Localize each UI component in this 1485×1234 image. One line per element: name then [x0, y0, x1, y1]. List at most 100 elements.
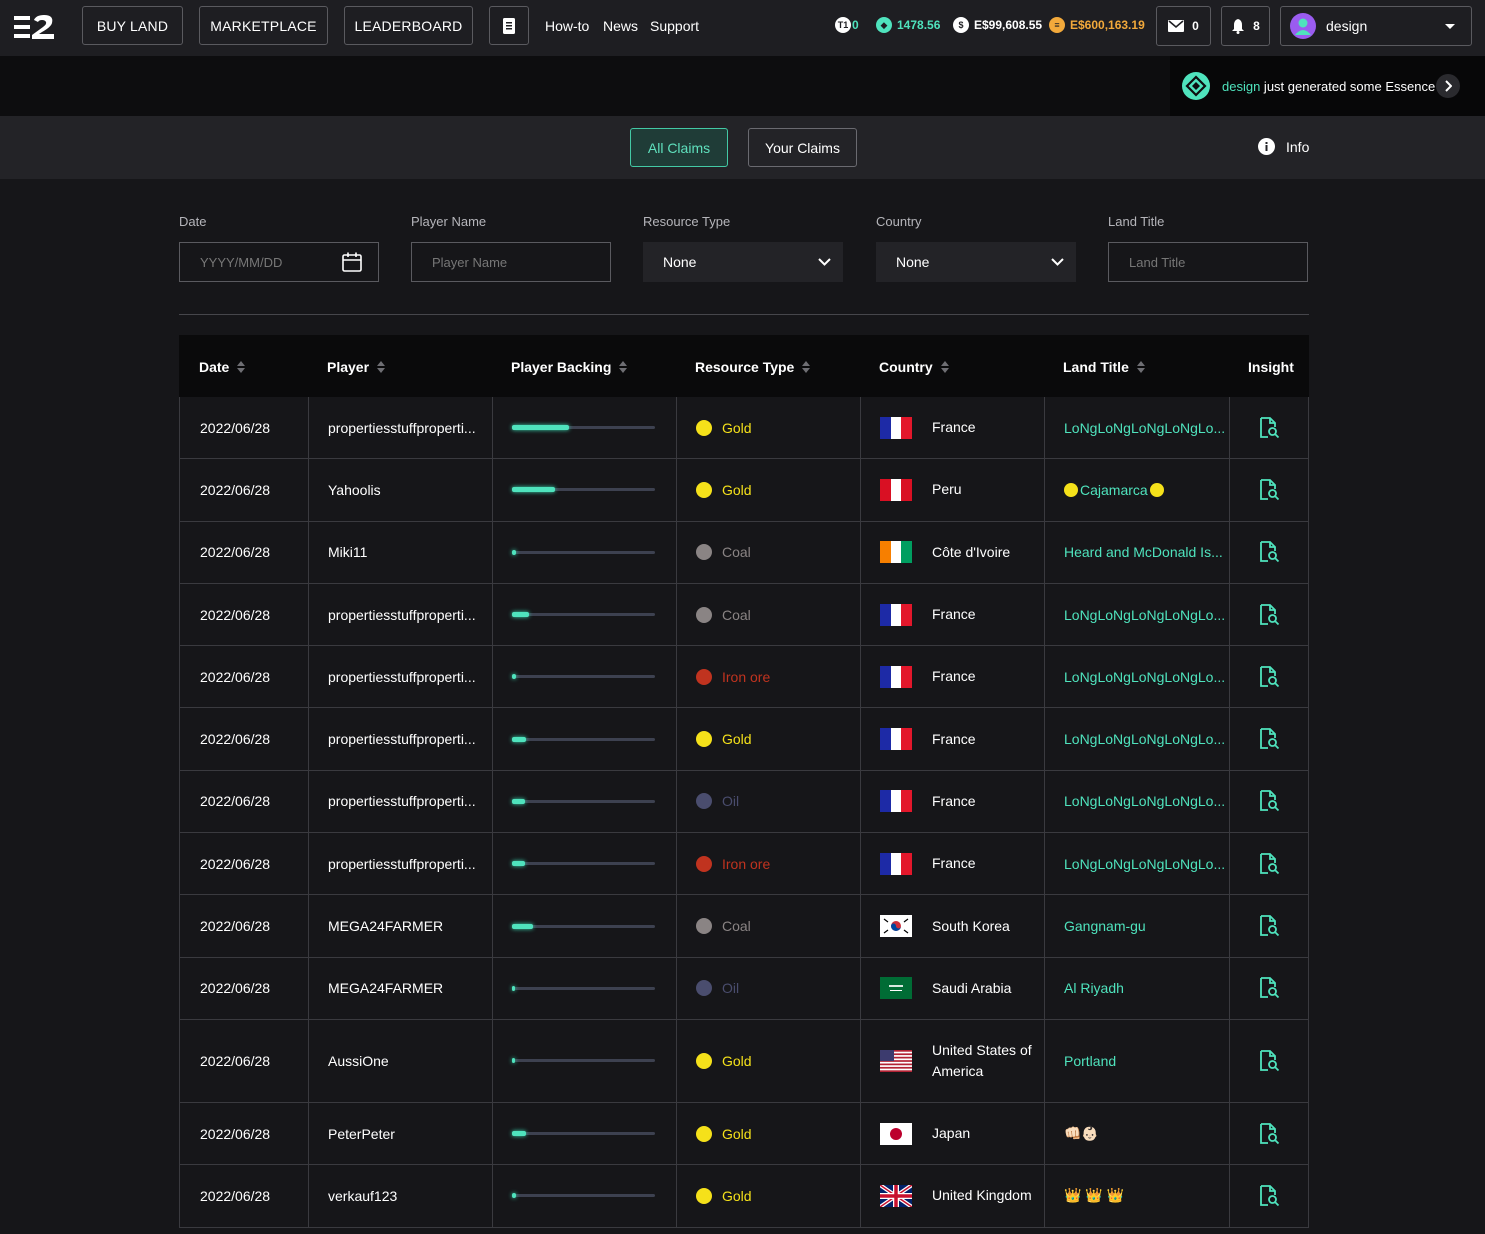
resource-type-select[interactable]: None — [643, 242, 843, 282]
insight-cell[interactable] — [1258, 1103, 1280, 1164]
country-select[interactable]: None — [876, 242, 1076, 282]
insight-search-icon[interactable] — [1258, 977, 1280, 999]
table-row[interactable]: 2022/06/28 PeterPeter Gold Japan 👊🏻👶🏻 — [179, 1102, 1309, 1166]
player-name[interactable]: propertiesstuffproperti... — [328, 607, 476, 623]
player-name[interactable]: propertiesstuffproperti... — [328, 731, 476, 747]
insight-cell[interactable] — [1258, 895, 1280, 956]
player-cell[interactable]: Yahoolis — [328, 459, 381, 520]
table-row[interactable]: 2022/06/28 MEGA24FARMER Coal South Korea Gan… — [179, 895, 1309, 958]
insight-search-icon[interactable] — [1258, 915, 1280, 937]
news-link[interactable]: News — [603, 18, 638, 34]
player-cell[interactable]: propertiesstuffproperti... — [328, 833, 476, 894]
insight-cell[interactable] — [1258, 958, 1280, 1019]
insight-search-icon[interactable] — [1258, 1185, 1280, 1207]
tab-your-claims[interactable]: Your Claims — [748, 128, 857, 167]
dollar-stat[interactable]: $ E$99,608.55 — [953, 17, 1042, 33]
table-row[interactable]: 2022/06/28 MEGA24FARMER Oil Saudi Arabia Al … — [179, 957, 1309, 1020]
table-row[interactable]: 2022/06/28 propertiesstuffproperti... Coal… — [179, 583, 1309, 647]
player-name[interactable]: PeterPeter — [328, 1126, 395, 1142]
player-cell[interactable]: AussiOne — [328, 1020, 389, 1102]
land-title-link[interactable]: LoNgLoNgLoNgLoNgLo... — [1064, 856, 1225, 872]
player-cell[interactable]: PeterPeter — [328, 1103, 395, 1164]
table-row[interactable]: 2022/06/28 Yahoolis Gold Peru Cajamarca — [179, 459, 1309, 522]
player-name[interactable]: propertiesstuffproperti... — [328, 420, 476, 436]
tab-all-claims[interactable]: All Claims — [630, 128, 728, 167]
table-row[interactable]: 2022/06/28 propertiesstuffproperti... Iron… — [179, 833, 1309, 896]
table-row[interactable]: 2022/06/28 propertiesstuffproperti... Gold… — [179, 397, 1309, 460]
player-name[interactable]: MEGA24FARMER — [328, 918, 443, 934]
table-row[interactable]: 2022/06/28 Miki11 Coal Côte d'Ivoire Heard a… — [179, 521, 1309, 584]
player-cell[interactable]: propertiesstuffproperti... — [328, 646, 476, 707]
t1-stat[interactable]: T1 0 — [835, 17, 859, 33]
player-cell[interactable]: propertiesstuffproperti... — [328, 397, 476, 458]
table-row[interactable]: 2022/06/28 AussiOne Gold United States of A… — [179, 1019, 1309, 1103]
player-cell[interactable]: propertiesstuffproperti... — [328, 771, 476, 832]
land-title-link[interactable]: LoNgLoNgLoNgLoNgLo... — [1064, 669, 1225, 685]
land-title-cell[interactable]: 👊🏻👶🏻 — [1064, 1103, 1099, 1164]
land-title-link[interactable]: LoNgLoNgLoNgLoNgLo... — [1064, 731, 1225, 747]
insight-search-icon[interactable] — [1258, 665, 1280, 688]
player-name[interactable]: verkauf123 — [328, 1188, 397, 1204]
col-backing[interactable]: Player Backing — [511, 359, 628, 375]
land-title-link[interactable]: Portland — [1064, 1053, 1116, 1069]
land-title-cell[interactable]: Cajamarca — [1064, 459, 1164, 520]
player-name[interactable]: AussiOne — [328, 1053, 389, 1069]
land-title-cell[interactable]: LoNgLoNgLoNgLoNgLo... — [1064, 771, 1225, 832]
player-cell[interactable]: MEGA24FARMER — [328, 895, 443, 956]
player-cell[interactable]: Miki11 — [328, 522, 367, 583]
land-title-cell[interactable]: LoNgLoNgLoNgLoNgLo... — [1064, 833, 1225, 894]
land-title-cell[interactable]: LoNgLoNgLoNgLoNgLo... — [1064, 397, 1225, 458]
insight-search-icon[interactable] — [1258, 852, 1280, 875]
player-cell[interactable]: verkauf123 — [328, 1165, 397, 1226]
insight-search-icon[interactable] — [1258, 1122, 1280, 1145]
support-link[interactable]: Support — [650, 18, 699, 34]
land-title-link[interactable]: 👑 👑 👑 — [1064, 1187, 1124, 1204]
player-name[interactable]: propertiesstuffproperti... — [328, 793, 476, 809]
land-title-cell[interactable]: Portland — [1064, 1020, 1116, 1102]
insight-cell[interactable] — [1258, 771, 1280, 832]
land-title-input[interactable]: Land Title — [1108, 242, 1308, 282]
insight-search-icon[interactable] — [1258, 603, 1280, 626]
insight-cell[interactable] — [1258, 708, 1280, 769]
table-row[interactable]: 2022/06/28 propertiesstuffproperti... Oil F… — [179, 770, 1309, 834]
land-title-cell[interactable]: Gangnam-gu — [1064, 895, 1146, 956]
land-title-link[interactable]: Heard and McDonald Is... — [1064, 544, 1223, 560]
journal-button[interactable] — [489, 6, 529, 45]
land-title-cell[interactable]: LoNgLoNgLoNgLoNgLo... — [1064, 708, 1225, 769]
insight-cell[interactable] — [1258, 1020, 1280, 1102]
col-player[interactable]: Player — [327, 359, 386, 375]
land-title-link[interactable]: Al Riyadh — [1064, 980, 1124, 996]
land-title-link[interactable]: 👊🏻👶🏻 — [1064, 1125, 1099, 1142]
table-row[interactable]: 2022/06/28 verkauf123 Gold United Kingdom 👑 … — [179, 1165, 1309, 1228]
calendar-icon[interactable] — [342, 252, 362, 272]
chevron-right-icon[interactable] — [1266, 74, 1290, 98]
land-title-link[interactable]: LoNgLoNgLoNgLoNgLo... — [1064, 793, 1225, 809]
essence-stat[interactable]: ◆ 1478.56 — [876, 17, 940, 33]
land-title-link[interactable]: Gangnam-gu — [1064, 918, 1146, 934]
col-resource[interactable]: Resource Type — [695, 359, 811, 375]
insight-search-icon[interactable] — [1258, 416, 1280, 439]
player-name-input[interactable]: Player Name — [411, 242, 611, 282]
howto-link[interactable]: How-to — [545, 18, 589, 34]
table-row[interactable]: 2022/06/28 propertiesstuffproperti... Gold… — [179, 708, 1309, 771]
e2-logo[interactable] — [14, 12, 56, 42]
insight-cell[interactable] — [1258, 522, 1280, 583]
player-name[interactable]: Miki11 — [328, 544, 367, 560]
land-title-cell[interactable]: LoNgLoNgLoNgLoNgLo... — [1064, 646, 1225, 707]
land-title-link[interactable]: LoNgLoNgLoNgLoNgLo... — [1064, 420, 1225, 436]
land-title-cell[interactable]: Al Riyadh — [1064, 958, 1124, 1019]
marketplace-button[interactable]: MARKETPLACE — [199, 6, 328, 45]
insight-search-icon[interactable] — [1258, 728, 1280, 750]
player-cell[interactable]: MEGA24FARMER — [328, 958, 443, 1019]
buy-land-button[interactable]: BUY LAND — [82, 6, 183, 45]
land-title-link[interactable]: LoNgLoNgLoNgLoNgLo... — [1064, 607, 1225, 623]
essence-toast[interactable]: design just generated some Essence — [1170, 56, 1485, 116]
leaderboard-button[interactable]: LEADERBOARD — [344, 6, 473, 45]
player-name[interactable]: Yahoolis — [328, 482, 381, 498]
insight-cell[interactable] — [1258, 584, 1280, 645]
user-menu[interactable]: design — [1280, 6, 1472, 46]
insight-cell[interactable] — [1258, 1165, 1280, 1226]
info-button[interactable]: Info — [1258, 138, 1309, 155]
land-title-link[interactable]: Cajamarca — [1080, 482, 1148, 498]
player-cell[interactable]: propertiesstuffproperti... — [328, 708, 476, 769]
